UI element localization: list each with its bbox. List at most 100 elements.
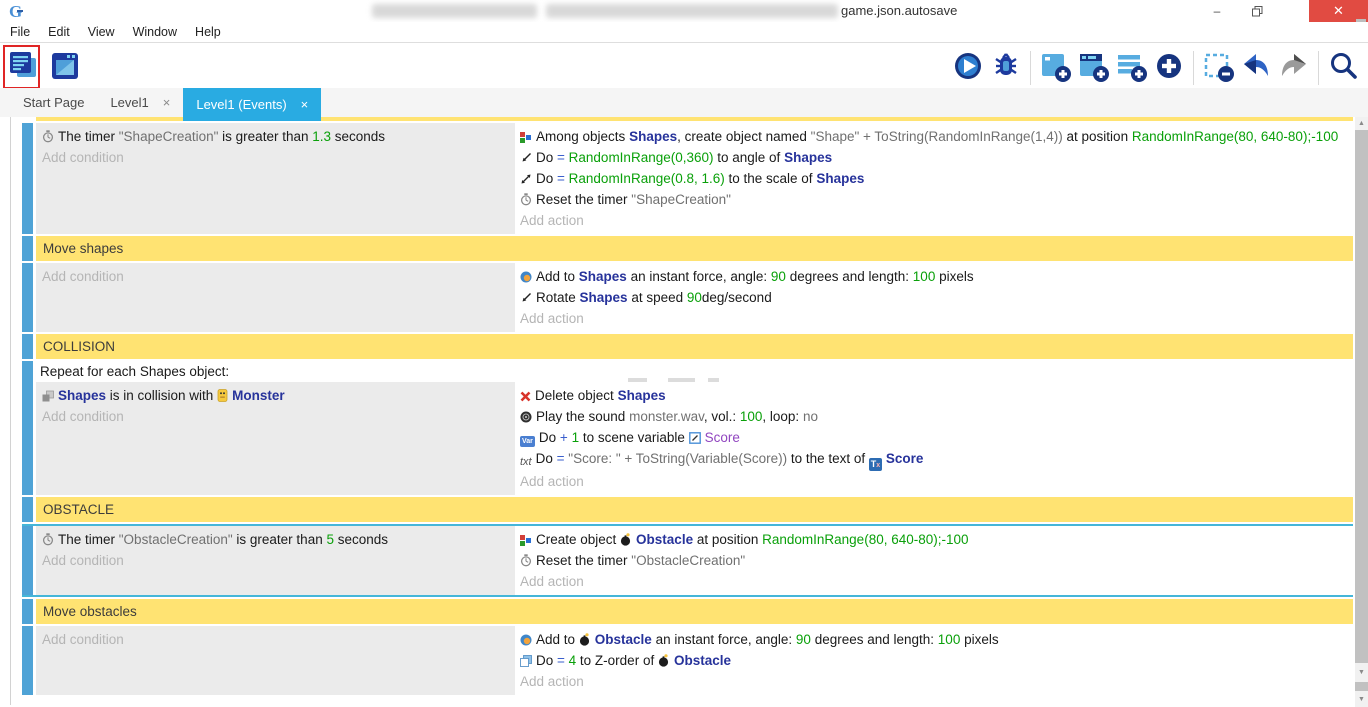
event-handle[interactable] (22, 123, 33, 234)
action-line[interactable]: Do = RandomInRange(0.8, 1.6) to the scal… (520, 168, 1343, 189)
text-segment: Do (536, 150, 557, 165)
add-condition-link[interactable]: Add condition (42, 406, 507, 427)
text-segment: Shapes (579, 269, 627, 284)
event-handle[interactable] (22, 497, 33, 522)
undo-icon[interactable] (1237, 46, 1275, 86)
action-line[interactable]: Create object Obstacle at position Rando… (520, 529, 1343, 550)
timer-icon (520, 193, 532, 206)
action-line[interactable]: Add to Shapes an instant force, angle: 9… (520, 266, 1343, 287)
text-segment: Shapes (784, 150, 832, 165)
gdevelop-logo-icon: G (8, 2, 26, 20)
scroll-down-icon[interactable]: ▼ (1355, 665, 1368, 680)
add-other-event-icon[interactable] (1150, 46, 1188, 86)
text-segment: , create object named (677, 129, 811, 144)
delete-event-icon[interactable] (1199, 46, 1237, 86)
event-handle[interactable] (22, 263, 33, 332)
window-title: game.json.autosave (841, 3, 957, 18)
conditions-column: The timer "ObstacleCreation" is greater … (36, 526, 515, 595)
comment-text[interactable]: Move shapes (36, 236, 1353, 261)
events-editor-icon[interactable] (4, 46, 42, 86)
text-segment: "ObstacleCreation" (631, 553, 745, 568)
action-line[interactable]: VarDo + 1 to scene variable Score (520, 427, 1343, 448)
close-tab-icon[interactable]: × (301, 97, 309, 112)
add-subevent-icon[interactable] (1074, 46, 1112, 86)
condition-line[interactable]: The timer "ShapeCreation" is greater tha… (42, 126, 507, 147)
add-condition-link[interactable]: Add condition (42, 550, 507, 571)
restore-button[interactable] (1237, 0, 1277, 22)
event-handle[interactable] (22, 334, 33, 359)
text-segment: = (557, 150, 569, 165)
text-segment: Do (536, 451, 557, 466)
add-comment-icon[interactable] (1112, 46, 1150, 86)
actions-column: Add to Obstacle an instant force, angle:… (515, 626, 1353, 695)
tab-start-page[interactable]: Start Page (10, 88, 97, 117)
action-line[interactable]: Delete object Shapes (520, 385, 1343, 406)
action-line[interactable]: Among objects Shapes, create object name… (520, 126, 1343, 147)
tab-level1-events-[interactable]: Level1 (Events)× (183, 88, 321, 121)
play-icon[interactable] (949, 46, 987, 86)
scene-editor-icon[interactable] (46, 46, 84, 86)
action-line[interactable]: Reset the timer "ObstacleCreation" (520, 550, 1343, 571)
event-handle[interactable] (22, 526, 33, 595)
event-handle[interactable] (22, 361, 33, 495)
text-segment: Monster (232, 388, 285, 403)
event-handle[interactable] (22, 599, 33, 624)
event-handle[interactable] (22, 236, 33, 261)
close-tab-icon[interactable]: × (163, 95, 171, 110)
add-action-link[interactable]: Add action (520, 471, 1343, 492)
comment-text[interactable]: OBSTACLE (36, 497, 1353, 522)
action-line[interactable]: Add to Obstacle an instant force, angle:… (520, 629, 1343, 650)
condition-line[interactable]: The timer "ObstacleCreation" is greater … (42, 529, 507, 550)
actions-column: Create object Obstacle at position Rando… (515, 526, 1353, 595)
add-action-link[interactable]: Add action (520, 308, 1343, 329)
menu-item-window[interactable]: Window (124, 25, 186, 39)
comment-text[interactable]: COLLISION (36, 334, 1353, 359)
selection-artifact (708, 378, 719, 382)
add-condition-link[interactable]: Add condition (42, 147, 507, 168)
action-line[interactable]: txtDo = "Score: " + ToString(Variable(Sc… (520, 448, 1343, 471)
text-segment: seconds (334, 532, 388, 547)
text-segment: Score (886, 451, 924, 466)
menu-item-help[interactable]: Help (186, 25, 230, 39)
text-segment: Reset the timer (536, 192, 631, 207)
tab-level1[interactable]: Level1× (97, 88, 183, 117)
text-segment: The timer (58, 532, 119, 547)
action-line[interactable]: Do = 4 to Z-order of Obstacle (520, 650, 1343, 671)
search-icon[interactable] (1324, 46, 1362, 86)
text-segment: = (557, 451, 569, 466)
comment-text[interactable]: Move obstacles (36, 599, 1353, 624)
vertical-scrollbar[interactable]: ▲ ▼ ▼ (1355, 117, 1368, 705)
text-segment: Add to (536, 269, 579, 284)
scroll-up-icon[interactable]: ▲ (1355, 117, 1368, 130)
debug-icon[interactable] (987, 46, 1025, 86)
add-action-link[interactable]: Add action (520, 671, 1343, 692)
event-handle[interactable] (22, 626, 33, 695)
add-condition-link[interactable]: Add condition (42, 266, 507, 287)
scrollbar-thumb[interactable] (1355, 682, 1368, 691)
text-segment: Delete object (535, 388, 618, 403)
redo-icon[interactable] (1275, 46, 1313, 86)
add-event-icon[interactable] (1036, 46, 1074, 86)
add-condition-link[interactable]: Add condition (42, 629, 507, 650)
add-action-link[interactable]: Add action (520, 571, 1343, 592)
conditions-column: Shapes is in collision with MonsterAdd c… (36, 382, 515, 495)
text-segment: an instant force, angle: (627, 269, 771, 284)
scrollbar-thumb[interactable] (1355, 130, 1368, 663)
monster-icon (217, 389, 228, 402)
redacted-title-text (546, 4, 838, 18)
action-line[interactable]: Do = RandomInRange(0,360) to angle of Sh… (520, 147, 1343, 168)
text-segment: 90 (771, 269, 786, 284)
action-line[interactable]: Rotate Shapes at speed 90deg/second (520, 287, 1343, 308)
event-row: The timer "ObstacleCreation" is greater … (22, 524, 1353, 597)
menu-item-view[interactable]: View (79, 25, 124, 39)
action-line[interactable]: Reset the timer "ShapeCreation" (520, 189, 1343, 210)
text-segment: monster.wav (629, 409, 704, 424)
menu-item-edit[interactable]: Edit (39, 25, 79, 39)
text-segment: "ShapeCreation" (119, 129, 219, 144)
condition-line[interactable]: Shapes is in collision with Monster (42, 385, 507, 406)
text-segment: at speed (628, 290, 687, 305)
add-action-link[interactable]: Add action (520, 210, 1343, 231)
action-line[interactable]: Play the sound monster.wav, vol.: 100, l… (520, 406, 1343, 427)
minimize-button[interactable]: – (1197, 0, 1237, 22)
menu-item-file[interactable]: File (10, 25, 39, 39)
